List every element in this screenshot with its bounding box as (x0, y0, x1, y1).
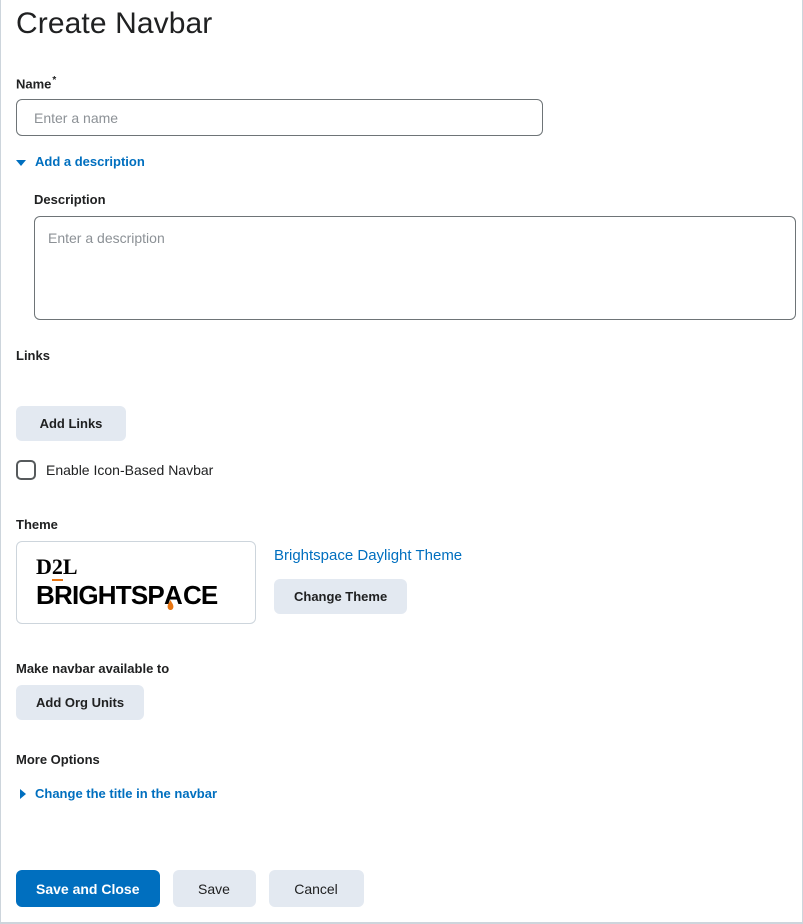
description-label: Description (34, 192, 106, 208)
description-textarea[interactable] (34, 216, 796, 321)
save-button[interactable]: Save (172, 870, 256, 907)
links-label: Links (16, 348, 50, 364)
name-label: Name* (16, 75, 57, 92)
theme-thumbnail: D2L BRIGHTSP A CE (16, 541, 256, 625)
theme-name-link[interactable]: Brightspace Daylight Theme (274, 547, 462, 565)
more-options-section: More Options Change the title in the nav… (16, 751, 787, 802)
theme-row: D2L BRIGHTSP A CE Brightspace Daylight The… (16, 541, 787, 625)
d2l-logo: D2L (36, 553, 78, 581)
change-title-label: Change the title in the navbar (35, 786, 218, 802)
brightspace-wordmark-logo: BRIGHTSP A CE (36, 579, 218, 610)
save-and-close-button[interactable]: Save and Close (16, 870, 160, 907)
footer-button-bar: Save and Close Save Cancel (16, 870, 364, 907)
create-navbar-page: Create Navbar Name* Add a description De… (0, 0, 803, 924)
org-units-section: Make navbar available to Add Org Units (16, 660, 787, 721)
enable-icon-navbar-checkbox[interactable] (16, 460, 36, 481)
description-field-group: Description (34, 191, 796, 321)
page-title: Create Navbar (16, 7, 213, 40)
triangle-down-icon (16, 160, 26, 167)
add-links-button[interactable]: Add Links (16, 406, 126, 442)
theme-section: Theme D2L BRIGHTSP A CE Brightspace Daylig… (16, 516, 787, 625)
flame-a-icon: A (163, 579, 183, 610)
theme-label: Theme (16, 517, 58, 533)
more-options-label: More Options (16, 752, 100, 768)
make-navbar-available-label: Make navbar available to (16, 661, 170, 677)
enable-icon-navbar-row[interactable]: Enable Icon-Based Navbar (16, 460, 787, 481)
change-title-disclosure[interactable]: Change the title in the navbar (20, 786, 217, 802)
add-org-units-button[interactable]: Add Org Units (16, 685, 145, 721)
name-field-group: Name* (16, 72, 787, 137)
add-description-disclosure[interactable]: Add a description (16, 154, 145, 170)
links-section: Links Add Links Enable Icon-Based Navbar (16, 347, 787, 481)
cancel-button[interactable]: Cancel (268, 870, 364, 907)
triangle-right-icon (20, 789, 26, 800)
enable-icon-navbar-label[interactable]: Enable Icon-Based Navbar (46, 461, 213, 480)
add-description-label: Add a description (35, 154, 145, 170)
required-asterisk: * (52, 75, 57, 86)
name-input[interactable] (16, 99, 543, 137)
theme-meta: Brightspace Daylight Theme Change Theme (274, 541, 462, 615)
change-theme-button[interactable]: Change Theme (274, 579, 408, 615)
